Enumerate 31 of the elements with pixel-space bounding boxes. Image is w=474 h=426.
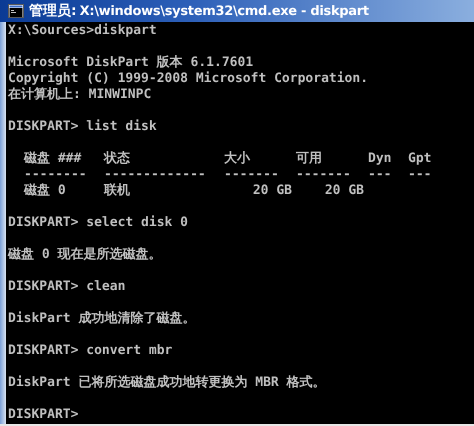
column-header: 可用: [296, 151, 322, 166]
console-line: DISKPART> convert mbr: [8, 343, 172, 358]
console-line: DISKPART> clean: [8, 279, 126, 294]
column-rule: -------: [296, 167, 351, 182]
console-line: 在计算机上: MINWINPC: [8, 87, 152, 102]
console-line: DiskPart 已将所选磁盘成功地转更换为 MBR 格式。: [8, 375, 326, 390]
console-line: DISKPART> list disk: [8, 119, 157, 134]
console-line: DISKPART> select disk 0: [8, 215, 188, 230]
window-title: X:\windows\system32\cmd.exe - diskpart: [80, 4, 369, 18]
column-header: Gpt: [408, 151, 432, 166]
console-line: Copyright (C) 1999-2008 Microsoft Corporation.: [8, 71, 368, 86]
column-rule: -------------: [104, 167, 206, 182]
column-header: 状态: [104, 151, 130, 166]
column-rule: -------: [224, 167, 279, 182]
console-line: Microsoft DiskPart 版本 6.1.7601: [8, 55, 254, 70]
column-header: 大小: [224, 151, 250, 166]
column-header: Dyn: [368, 151, 392, 166]
console-line: X:\Sources>diskpart: [8, 23, 157, 38]
column-rule: ---: [408, 167, 432, 182]
table-cell: 20 GB: [252, 183, 292, 198]
column-header: 磁盘 ###: [24, 151, 82, 166]
terminal-icon: [8, 4, 24, 18]
column-rule: ---: [368, 167, 392, 182]
table-cell: 联机: [104, 183, 130, 198]
column-rule: --------: [24, 167, 87, 182]
table-cell: 磁盘 0: [24, 183, 66, 198]
console-line: DiskPart 成功地清除了磁盘。: [8, 311, 196, 326]
console-line: DISKPART>: [8, 407, 78, 422]
window-title-prefix: 管理员:: [29, 2, 77, 20]
console-line: 磁盘 0 现在是所选磁盘。: [8, 247, 162, 262]
table-cell: 20 GB: [324, 183, 364, 198]
